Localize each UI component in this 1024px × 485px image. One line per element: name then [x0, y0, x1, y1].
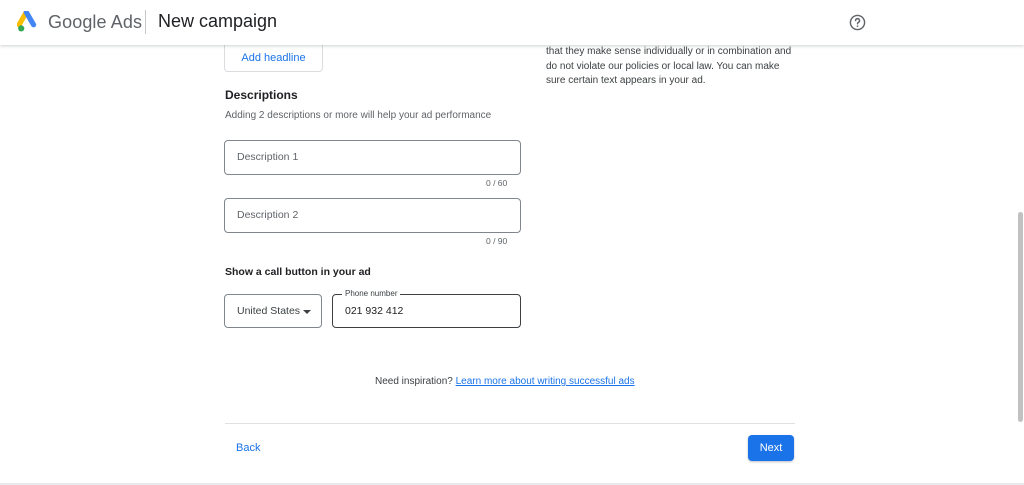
google-ads-logo-icon[interactable]: [17, 11, 41, 33]
call-button-heading: Show a call button in your ad: [225, 266, 371, 278]
product-name: Google Ads: [48, 12, 143, 32]
description-2-counter: 0 / 90: [486, 236, 508, 246]
description-1-field[interactable]: Description 1: [224, 140, 521, 175]
page-title: New campaign: [158, 11, 278, 31]
inspiration-text: Need inspiration?: [375, 376, 453, 387]
description-1-counter: 0 / 60: [486, 178, 508, 188]
descriptions-heading: Descriptions: [225, 88, 298, 102]
description-1-placeholder: Description 1: [237, 151, 299, 163]
country-value: United States: [237, 305, 301, 317]
country-select[interactable]: United States: [224, 294, 322, 328]
next-button[interactable]: Next: [748, 435, 794, 461]
back-button[interactable]: Back: [236, 442, 260, 454]
header-divider: [145, 10, 146, 34]
ad-policy-help-text: that they make sense individually or in …: [546, 46, 792, 86]
dropdown-arrow-icon: [303, 310, 311, 314]
top-app-bar: Google Ads New campaign: [0, 0, 1024, 45]
descriptions-subtitle: Adding 2 descriptions or more will help …: [225, 110, 492, 121]
add-headline-button[interactable]: Add headline: [224, 44, 323, 72]
writing-ads-help-link[interactable]: Learn more about writing successful ads: [456, 376, 635, 387]
description-2-field[interactable]: Description 2: [224, 198, 521, 233]
footer-divider: [225, 423, 795, 424]
phone-number-label: Phone number: [342, 289, 401, 298]
scrollbar-thumb[interactable]: [1018, 212, 1023, 422]
phone-number-field[interactable]: Phone number 021 932 412: [332, 289, 521, 328]
inspiration-line: Need inspiration? Learn more about writi…: [375, 376, 635, 387]
phone-number-value: 021 932 412: [345, 305, 404, 317]
description-2-placeholder: Description 2: [237, 209, 299, 221]
help-circle-icon[interactable]: [849, 14, 866, 31]
